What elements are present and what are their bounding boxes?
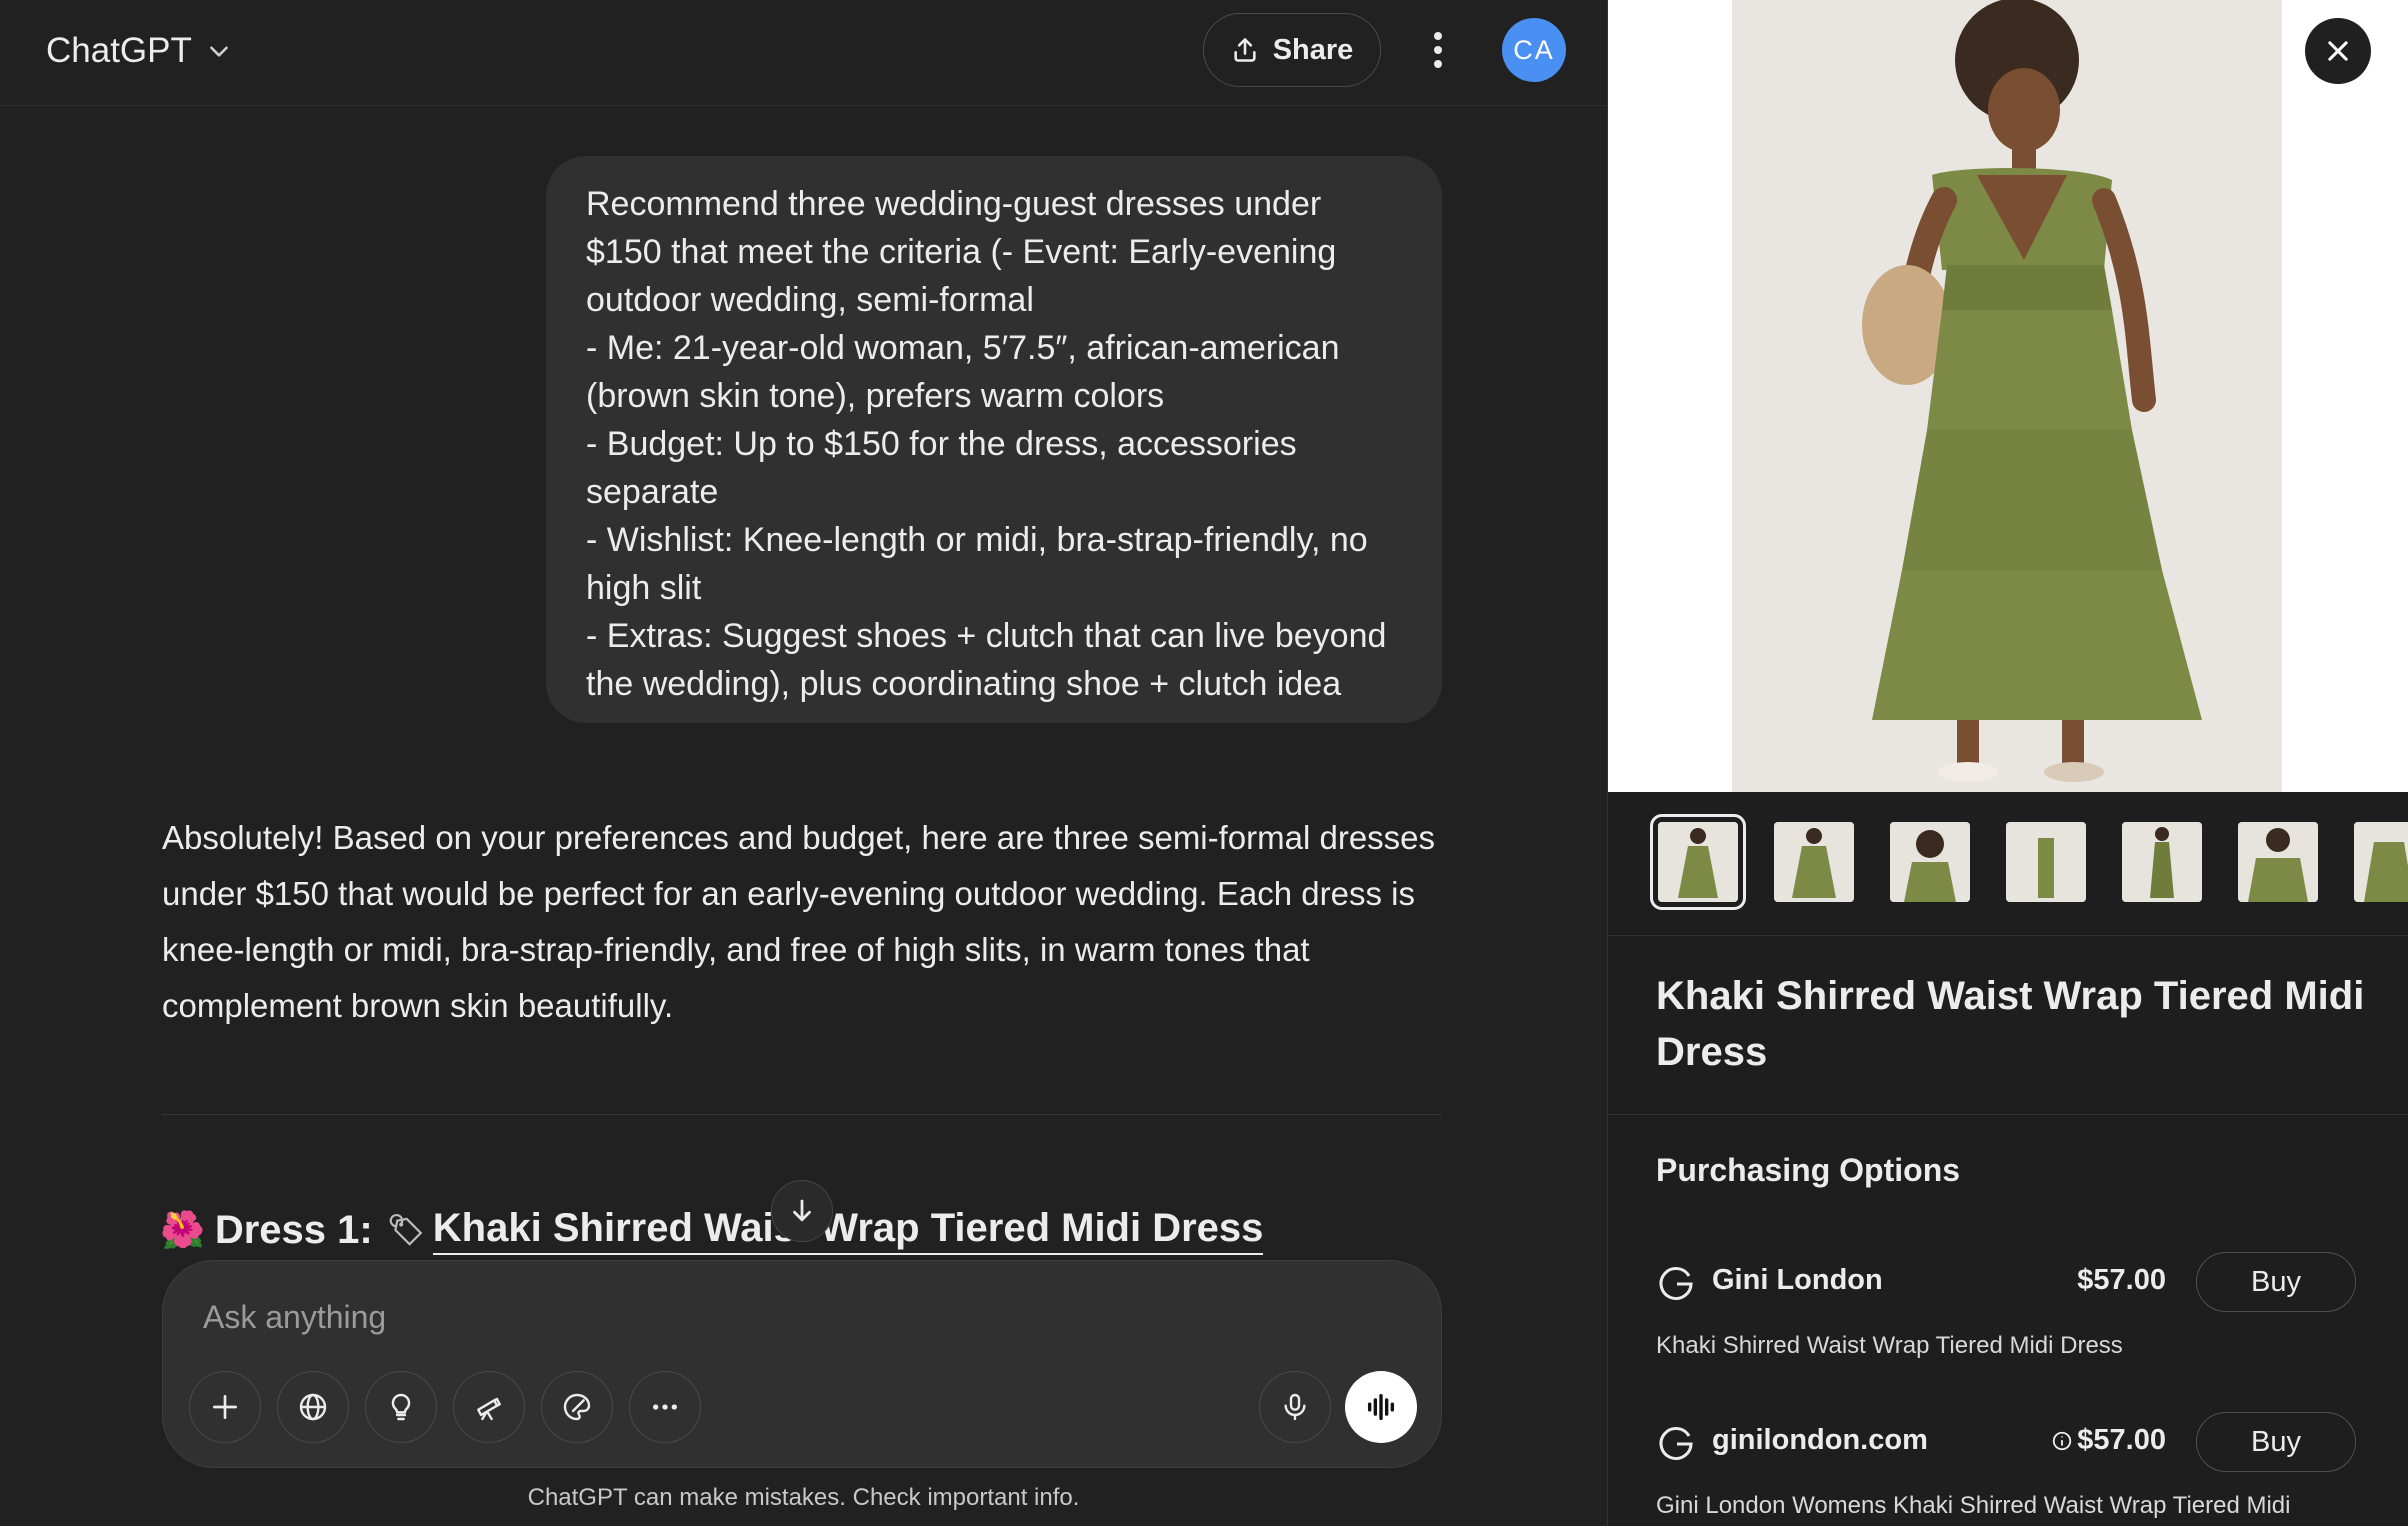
- dress-model-illustration: [1732, 0, 2282, 792]
- voice-waveform-icon: [1367, 1393, 1395, 1421]
- thumbnail-2[interactable]: [1774, 822, 1854, 902]
- offer-price: $57.00: [2051, 1424, 2166, 1457]
- paint-icon: [563, 1393, 591, 1421]
- share-label: Share: [1272, 33, 1354, 66]
- deep-research-button[interactable]: [453, 1371, 525, 1443]
- voice-mode-button[interactable]: [1345, 1371, 1417, 1443]
- thumbnail-4[interactable]: [2006, 822, 2086, 902]
- more-options-button[interactable]: [1420, 22, 1456, 78]
- composer-input[interactable]: Ask anything: [203, 1299, 386, 1336]
- seller-name: ginilondon.com: [1712, 1424, 1928, 1456]
- seller-name: Gini London: [1712, 1264, 1883, 1296]
- user-avatar[interactable]: CA: [1502, 18, 1566, 82]
- scroll-to-bottom-button[interactable]: [771, 1180, 833, 1242]
- section-divider: [162, 1114, 1442, 1115]
- info-icon[interactable]: [2051, 1430, 2073, 1452]
- share-button[interactable]: Share: [1203, 13, 1381, 87]
- chevron-down-icon: [210, 46, 228, 57]
- offer-price: $57.00: [2077, 1264, 2166, 1297]
- thumbnail-3[interactable]: [1890, 822, 1970, 902]
- buy-button[interactable]: Buy: [2196, 1412, 2356, 1472]
- top-bar: ChatGPT Share CA: [0, 0, 1607, 106]
- disclaimer: ChatGPT can make mistakes. Check importa…: [527, 1484, 1080, 1511]
- more-icon: [653, 1404, 677, 1410]
- telescope-icon: [477, 1397, 501, 1421]
- chat-area: ChatGPT Share CA Recommend three wedding…: [0, 0, 1607, 1526]
- thumbnail-7[interactable]: [2354, 822, 2408, 902]
- product-image: [1608, 0, 2408, 792]
- thumbnail-image: [1774, 822, 1854, 902]
- web-search-button[interactable]: [277, 1371, 349, 1443]
- attach-button[interactable]: [189, 1371, 261, 1443]
- user-message: Recommend three wedding-guest dresses un…: [546, 156, 1442, 723]
- product-title: Khaki Shirred Waist Wrap Tiered Midi Dre…: [1656, 974, 2365, 1074]
- thumbnail-image: [2122, 822, 2202, 902]
- thumbnail-image: [1658, 822, 1738, 902]
- globe-icon: [299, 1393, 327, 1421]
- offer-description: Khaki Shirred Waist Wrap Tiered Midi Dre…: [1656, 1332, 2123, 1359]
- product-panel: Khaki Shirred Waist Wrap Tiered Midi Dre…: [1607, 0, 2408, 1526]
- thumbnail-image: [2354, 822, 2408, 902]
- thumbnail-strip: [1608, 792, 2408, 936]
- share-icon: [1234, 38, 1256, 62]
- close-panel-button[interactable]: [2305, 18, 2371, 84]
- lightbulb-icon: [391, 1393, 411, 1421]
- vertical-dots-icon: [1434, 32, 1442, 68]
- model-name: ChatGPT: [46, 31, 192, 70]
- thumbnail-image: [1890, 822, 1970, 902]
- thumbnail-image: [2006, 822, 2086, 902]
- more-tools-button[interactable]: [629, 1371, 701, 1443]
- microphone-icon: [1284, 1393, 1306, 1421]
- dress-heading: 🌺 Dress 1: 🏷 Khaki Shirred Waist Wrap Ti…: [160, 1200, 1264, 1260]
- dictate-button[interactable]: [1259, 1371, 1331, 1443]
- hibiscus-emoji: 🌺: [160, 1209, 205, 1250]
- thumbnail-image: [2238, 822, 2318, 902]
- purchasing-options-heading: Purchasing Options: [1656, 1152, 1961, 1188]
- dress-heading-prefix: Dress 1:: [214, 1207, 373, 1252]
- offer-item: ginilondon.com $57.00 Buy Gini London Wo…: [1656, 1412, 2356, 1520]
- product-photo: [1732, 0, 2282, 792]
- create-image-button[interactable]: [541, 1371, 613, 1443]
- section-divider: [1608, 1114, 2408, 1115]
- arrow-down-icon: [793, 1199, 811, 1222]
- plus-icon: [213, 1395, 237, 1419]
- thumbnail-6[interactable]: [2238, 822, 2318, 902]
- thumbnail-5[interactable]: [2122, 822, 2202, 902]
- assistant-message: Absolutely! Based on your preferences an…: [162, 819, 1436, 1024]
- offer-description: Gini London Womens Khaki Shirred Waist W…: [1656, 1492, 2291, 1519]
- google-logo-icon: [1659, 1267, 1693, 1300]
- close-icon: [2328, 41, 2348, 61]
- price-value: $57.00: [2077, 1424, 2166, 1456]
- composer: Ask anything: [162, 1260, 1442, 1468]
- thumbnail-1[interactable]: [1650, 814, 1746, 910]
- google-logo-icon: [1659, 1427, 1693, 1460]
- offer-item: Gini London $57.00 Buy Khaki Shirred Wai…: [1656, 1252, 2356, 1360]
- price-value: $57.00: [2077, 1264, 2166, 1296]
- tag-icon: 🏷: [386, 1213, 425, 1247]
- buy-button[interactable]: Buy: [2196, 1252, 2356, 1312]
- think-button[interactable]: [365, 1371, 437, 1443]
- model-switcher[interactable]: ChatGPT: [46, 26, 232, 76]
- product-link[interactable]: Khaki Shirred Waist Wrap Tiered Midi Dre…: [432, 1206, 1264, 1255]
